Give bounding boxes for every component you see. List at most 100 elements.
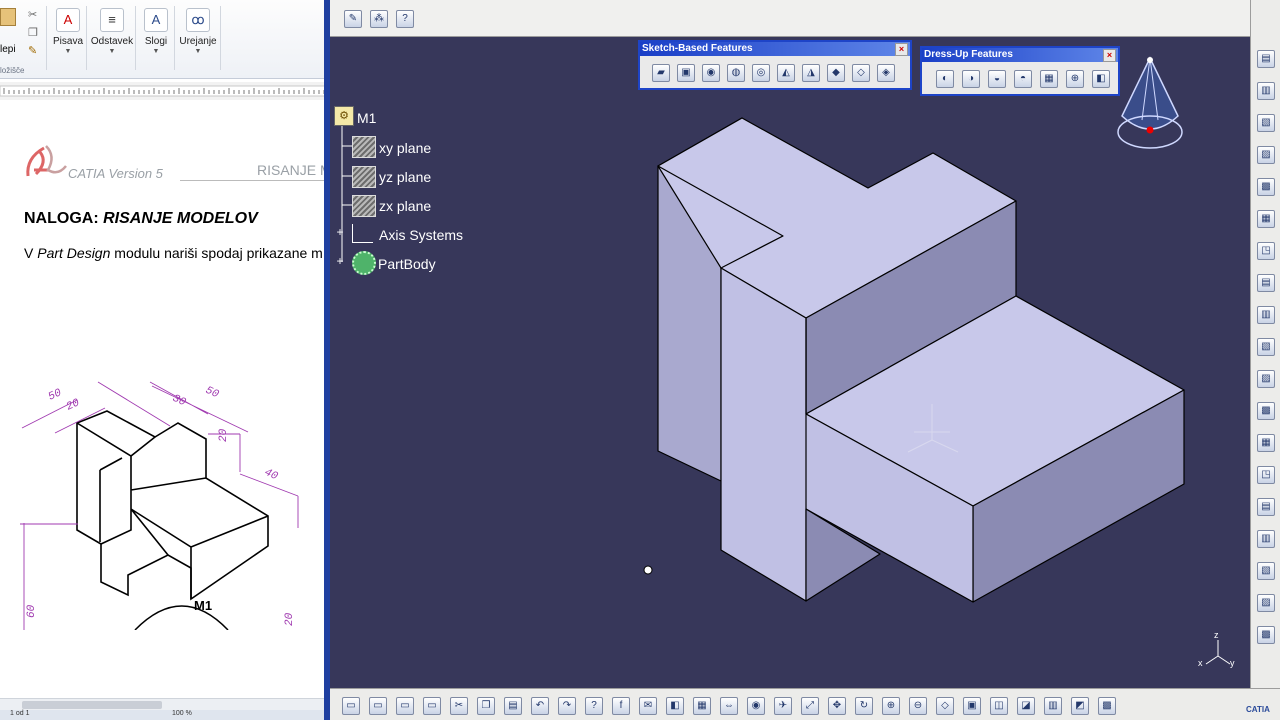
help-icon[interactable]: ? bbox=[396, 10, 414, 28]
print-icon[interactable]: ▭ bbox=[423, 697, 441, 715]
copy-icon[interactable]: ❐ bbox=[28, 26, 38, 39]
open-icon[interactable]: ▭ bbox=[369, 697, 387, 715]
new-icon[interactable]: ▭ bbox=[342, 697, 360, 715]
save-icon[interactable]: ▭ bbox=[396, 697, 414, 715]
rib-icon[interactable]: ◭ bbox=[777, 64, 795, 82]
pocket-icon[interactable]: ▣ bbox=[677, 64, 695, 82]
fly-icon[interactable]: ✈ bbox=[774, 697, 792, 715]
fit-all-icon[interactable]: ⤢ bbox=[801, 697, 819, 715]
plane-icon[interactable] bbox=[352, 166, 376, 188]
dress-up-features-toolbar[interactable]: Dress-Up Features × ◐ ◑ ◒ ◓ ▦ ⊕ ◧ bbox=[920, 46, 1120, 96]
thickness-icon[interactable]: ▦ bbox=[1040, 70, 1058, 88]
format-painter-icon[interactable]: ✎ bbox=[28, 44, 37, 57]
toolbar-icon[interactable]: ▥ bbox=[1257, 530, 1275, 548]
stiffener-icon[interactable]: ◆ bbox=[827, 64, 845, 82]
toolbar-icon[interactable]: ◳ bbox=[1257, 242, 1275, 260]
font-button[interactable]: A Pisava ▼ bbox=[46, 6, 90, 66]
parameter-icon[interactable]: ◧ bbox=[666, 697, 684, 715]
copy-icon[interactable]: ❐ bbox=[477, 697, 495, 715]
rotate-icon[interactable]: ↻ bbox=[855, 697, 873, 715]
remove-face-icon[interactable]: ◧ bbox=[1092, 70, 1110, 88]
expand-plus-icon[interactable]: + bbox=[334, 255, 346, 267]
cut-icon[interactable]: ✂ bbox=[28, 8, 37, 21]
close-icon[interactable]: × bbox=[1103, 49, 1116, 62]
styles-button[interactable]: A Slogi ▼ bbox=[134, 6, 178, 66]
sketch-icon[interactable]: ✎ bbox=[344, 10, 362, 28]
close-icon[interactable]: × bbox=[895, 43, 908, 56]
toolbar-icon[interactable]: ▥ bbox=[1257, 306, 1275, 324]
comment-icon[interactable]: ✉ bbox=[639, 697, 657, 715]
partbody-gear-icon[interactable] bbox=[352, 251, 376, 275]
pad-icon[interactable]: ▰ bbox=[652, 64, 670, 82]
undo-icon[interactable]: ↶ bbox=[531, 697, 549, 715]
toolbar-icon[interactable]: ◳ bbox=[1257, 466, 1275, 484]
paragraph-button[interactable]: ≡ Odstavek ▼ bbox=[90, 6, 134, 66]
tree-root[interactable]: M1 bbox=[357, 110, 376, 126]
editing-button[interactable]: ꝏ Urejanje ▼ bbox=[176, 6, 220, 66]
thread-icon[interactable]: ⊕ bbox=[1066, 70, 1084, 88]
toolbar-icon[interactable]: ▩ bbox=[1257, 402, 1275, 420]
toolbar-icon[interactable]: ▧ bbox=[1257, 338, 1275, 356]
swap-icon[interactable]: ▥ bbox=[1044, 697, 1062, 715]
slot-icon[interactable]: ◮ bbox=[802, 64, 820, 82]
fillet-icon[interactable]: ◐ bbox=[936, 70, 954, 88]
toolbar-icon[interactable]: ▧ bbox=[1257, 114, 1275, 132]
tree-item-axis-systems[interactable]: Axis Systems bbox=[379, 227, 463, 243]
toolbar-icon[interactable]: ▩ bbox=[1257, 626, 1275, 644]
toolbar-icon[interactable]: ▥ bbox=[1257, 82, 1275, 100]
shaft-icon[interactable]: ◉ bbox=[702, 64, 720, 82]
toolbar-icon[interactable]: ▤ bbox=[1257, 498, 1275, 516]
catalog-icon[interactable]: ▩ bbox=[1098, 697, 1116, 715]
tree-item-yz-plane[interactable]: yz plane bbox=[379, 169, 431, 185]
plane-icon[interactable] bbox=[352, 136, 376, 158]
tree-item-xy-plane[interactable]: xy plane bbox=[379, 140, 431, 156]
remove-loft-icon[interactable]: ◈ bbox=[877, 64, 895, 82]
plane-icon[interactable] bbox=[352, 195, 376, 217]
shading-icon[interactable]: ◫ bbox=[990, 697, 1008, 715]
zoom-out-icon[interactable]: ⊖ bbox=[909, 697, 927, 715]
loft-icon[interactable]: ◇ bbox=[852, 64, 870, 82]
part-root-icon[interactable]: ⚙ bbox=[334, 106, 354, 126]
axis-system-icon[interactable] bbox=[352, 224, 373, 243]
scrollbar-thumb[interactable] bbox=[22, 701, 162, 709]
tree-item-zx-plane[interactable]: zx plane bbox=[379, 198, 431, 214]
normal-view-icon[interactable]: ◇ bbox=[936, 697, 954, 715]
zoom-in-icon[interactable]: ⊕ bbox=[882, 697, 900, 715]
toolbar-icon[interactable]: ▨ bbox=[1257, 594, 1275, 612]
horizontal-ruler[interactable] bbox=[0, 82, 326, 101]
document-page[interactable]: CATIA Version 5 RISANJE M NALOGA: RISANJ… bbox=[0, 100, 326, 698]
tree-item-partbody[interactable]: PartBody bbox=[378, 256, 436, 272]
cut-icon[interactable]: ✂ bbox=[450, 697, 468, 715]
views-icon[interactable]: ▣ bbox=[963, 697, 981, 715]
paste-icon[interactable]: ▤ bbox=[504, 697, 522, 715]
draft-icon[interactable]: ◒ bbox=[988, 70, 1006, 88]
redo-icon[interactable]: ↷ bbox=[558, 697, 576, 715]
sketch-based-features-toolbar[interactable]: Sketch-Based Features × ▰ ▣ ◉ ◍ ◎ ◭ ◮ ◆ ◇ ◈ bbox=[638, 40, 912, 90]
compass-icon[interactable] bbox=[1117, 56, 1183, 149]
expand-plus-icon[interactable]: + bbox=[334, 226, 346, 238]
shell-icon[interactable]: ◓ bbox=[1014, 70, 1032, 88]
toolbar-icon[interactable]: ▨ bbox=[1257, 370, 1275, 388]
formula-icon[interactable]: f bbox=[612, 697, 630, 715]
select-icon[interactable]: ⁂ bbox=[370, 10, 388, 28]
measure-icon[interactable]: ⇔ bbox=[720, 697, 738, 715]
toolbar-icon[interactable]: ▤ bbox=[1257, 274, 1275, 292]
chamfer-icon[interactable]: ◑ bbox=[962, 70, 980, 88]
toolbar-icon[interactable]: ▨ bbox=[1257, 146, 1275, 164]
toolbar-icon[interactable]: ▤ bbox=[1257, 50, 1275, 68]
hide-show-icon[interactable]: ◪ bbox=[1017, 697, 1035, 715]
toolbar-icon[interactable]: ▩ bbox=[1257, 178, 1275, 196]
table-icon[interactable]: ▦ bbox=[693, 697, 711, 715]
toolbar-icon[interactable]: ▧ bbox=[1257, 562, 1275, 580]
apply-material-icon[interactable]: ◩ bbox=[1071, 697, 1089, 715]
hole-icon[interactable]: ◎ bbox=[752, 64, 770, 82]
toolbar-icon[interactable]: ▦ bbox=[1257, 434, 1275, 452]
pan-icon[interactable]: ✥ bbox=[828, 697, 846, 715]
3d-viewport[interactable]: z x y bbox=[330, 36, 1250, 688]
toolbar-icon[interactable]: ▦ bbox=[1257, 210, 1275, 228]
paste-button[interactable]: lepi bbox=[0, 6, 20, 64]
whats-this-icon[interactable]: ? bbox=[585, 697, 603, 715]
groove-icon[interactable]: ◍ bbox=[727, 64, 745, 82]
analysis-icon[interactable]: ◉ bbox=[747, 697, 765, 715]
paste-label: lepi bbox=[0, 44, 16, 55]
